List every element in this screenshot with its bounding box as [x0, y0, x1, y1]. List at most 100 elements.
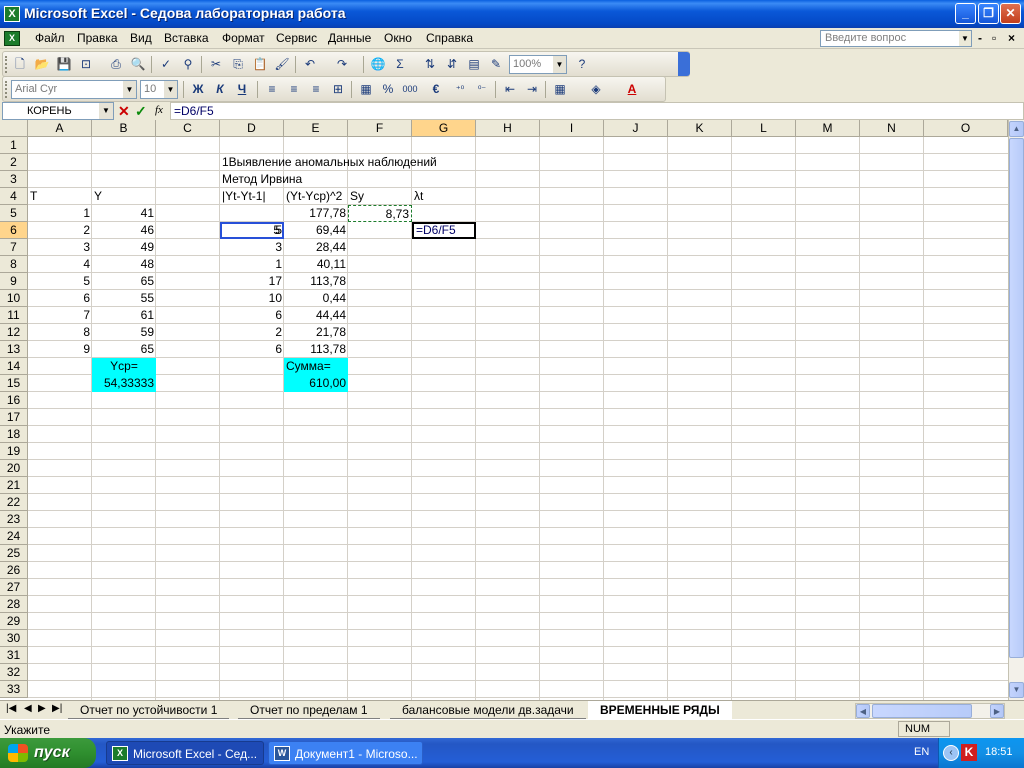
vertical-scrollbar[interactable]: ▲ ▼ — [1008, 120, 1024, 700]
spreadsheet-grid[interactable]: A B C D E F G H I J K L M N O 1 2 3 4 5 6 7 8 9 10 11 12 13 14 15 16 17… — [0, 120, 1008, 700]
horizontal-scrollbar[interactable]: ◀ ▶ — [855, 703, 1005, 719]
data-cell[interactable]: 6 — [220, 341, 284, 358]
formula-input[interactable]: =D6/F5 — [170, 102, 1024, 120]
menu-view[interactable]: Вид — [127, 31, 155, 45]
chevron-down-icon[interactable]: ▼ — [553, 56, 566, 73]
data-cell[interactable]: 177,78 — [284, 205, 348, 222]
row-header[interactable]: 30 — [0, 630, 28, 647]
save-icon[interactable]: 💾 — [55, 56, 73, 73]
active-cell[interactable]: =D6/F5 — [412, 222, 476, 239]
heading-cell[interactable]: 1Выявление аномальных наблюдений — [220, 154, 480, 171]
column-header[interactable]: D — [220, 120, 284, 137]
thousands-button[interactable]: 000 — [401, 81, 419, 98]
data-cell[interactable]: 40,11 — [284, 256, 348, 273]
data-cell[interactable]: 17 — [220, 273, 284, 290]
merge-center-icon[interactable]: ⊞ — [329, 81, 347, 98]
data-cell[interactable]: 46 — [92, 222, 156, 239]
row-header[interactable]: 20 — [0, 460, 28, 477]
menu-format[interactable]: Формат — [219, 31, 268, 45]
row-header[interactable]: 24 — [0, 528, 28, 545]
data-cell[interactable]: 1 — [220, 256, 284, 273]
row-header[interactable]: 25 — [0, 545, 28, 562]
taskbar-item-word[interactable]: W Документ1 - Microso... — [268, 741, 423, 765]
data-cell[interactable]: 69,44 — [284, 222, 348, 239]
data-cell[interactable]: 2 — [220, 324, 284, 341]
row-header[interactable]: 18 — [0, 426, 28, 443]
sheet-tab[interactable]: Отчет по устойчивости 1 — [68, 701, 230, 719]
enter-icon[interactable]: ✓ — [135, 103, 147, 119]
increase-decimal-icon[interactable]: ⁺⁰ — [451, 81, 469, 98]
row-header[interactable]: 32 — [0, 664, 28, 681]
doc-minimize-button[interactable]: - — [978, 31, 982, 45]
referenced-cell[interactable]: 5 — [220, 222, 284, 239]
decrease-decimal-icon[interactable]: ⁰⁻ — [473, 81, 491, 98]
data-cell[interactable]: 2 — [28, 222, 92, 239]
row-header[interactable]: 21 — [0, 477, 28, 494]
summary-label-cell[interactable]: Yср= — [92, 358, 156, 375]
chevron-down-icon[interactable]: ▼ — [164, 81, 177, 98]
excel-app-icon[interactable]: X — [4, 6, 20, 22]
zoom-select[interactable]: 100% ▼ — [509, 55, 567, 74]
sort-ascending-icon[interactable]: ⇅ — [421, 56, 439, 73]
row-header[interactable]: 1 — [0, 137, 28, 154]
row-header[interactable]: 5 — [0, 205, 28, 222]
summary-value-cell[interactable]: 54,33333 — [92, 375, 156, 392]
autosum-icon[interactable]: Σ — [391, 56, 409, 73]
row-header[interactable]: 12 — [0, 324, 28, 341]
align-center-icon[interactable]: ≡ — [285, 81, 303, 98]
menu-help[interactable]: Справка — [423, 31, 476, 45]
data-cell[interactable]: 6 — [28, 290, 92, 307]
doc-close-button[interactable]: × — [1008, 31, 1015, 45]
sort-descending-icon[interactable]: ⇵ — [443, 56, 461, 73]
column-header[interactable]: N — [860, 120, 924, 137]
header-cell[interactable]: Y — [92, 188, 156, 205]
toolbar-grip[interactable] — [5, 56, 8, 73]
print-preview-icon[interactable]: 🔍 — [129, 56, 147, 73]
font-color-icon[interactable]: A — [623, 81, 641, 98]
row-header[interactable]: 26 — [0, 562, 28, 579]
data-cell[interactable]: 7 — [28, 307, 92, 324]
cancel-icon[interactable]: ✕ — [118, 103, 130, 119]
toolbar-options-icon[interactable] — [678, 52, 690, 76]
column-header[interactable]: I — [540, 120, 604, 137]
data-cell[interactable]: 3 — [28, 239, 92, 256]
data-cell[interactable]: 61 — [92, 307, 156, 324]
decrease-indent-icon[interactable]: ⇤ — [501, 81, 519, 98]
redo-icon[interactable]: ↷ — [333, 56, 351, 73]
permission-icon[interactable]: ⊡ — [77, 56, 95, 73]
paste-icon[interactable]: 📋 — [251, 56, 269, 73]
data-cell[interactable]: 8 — [28, 324, 92, 341]
menu-tools[interactable]: Сервис — [273, 31, 320, 45]
data-cell[interactable]: 28,44 — [284, 239, 348, 256]
data-cell[interactable]: 10 — [220, 290, 284, 307]
font-size-select[interactable]: 10 ▼ — [140, 80, 178, 99]
help-icon[interactable]: ? — [573, 56, 591, 73]
row-header[interactable]: 4 — [0, 188, 28, 205]
data-cell[interactable]: 9 — [28, 341, 92, 358]
prev-sheet-icon[interactable]: ◀ — [24, 703, 32, 714]
row-header[interactable]: 23 — [0, 511, 28, 528]
document-icon[interactable]: X — [4, 31, 20, 46]
row-header[interactable]: 27 — [0, 579, 28, 596]
doc-restore-button[interactable]: ▫ — [992, 31, 996, 45]
spelling-icon[interactable]: ✓ — [157, 56, 175, 73]
restore-button[interactable]: ❐ — [978, 3, 999, 24]
menu-edit[interactable]: Правка — [74, 31, 121, 45]
header-cell[interactable]: T — [28, 188, 92, 205]
select-all-button[interactable] — [0, 120, 28, 137]
start-button[interactable]: пуск — [0, 738, 96, 768]
scroll-right-icon[interactable]: ▶ — [990, 704, 1004, 718]
chevron-down-icon[interactable]: ▼ — [959, 31, 971, 46]
row-header[interactable]: 29 — [0, 613, 28, 630]
column-header[interactable]: L — [732, 120, 796, 137]
percent-button[interactable]: % — [379, 81, 397, 98]
row-header[interactable]: 28 — [0, 596, 28, 613]
format-painter-icon[interactable]: 🖌 — [273, 56, 291, 73]
row-header[interactable]: 33 — [0, 681, 28, 698]
column-header[interactable]: F — [348, 120, 412, 137]
data-cell[interactable]: 44,44 — [284, 307, 348, 324]
minimize-button[interactable]: _ — [955, 3, 976, 24]
euro-button[interactable]: € — [427, 81, 445, 98]
drawing-icon[interactable]: ✎ — [487, 56, 505, 73]
row-header[interactable]: 13 — [0, 341, 28, 358]
